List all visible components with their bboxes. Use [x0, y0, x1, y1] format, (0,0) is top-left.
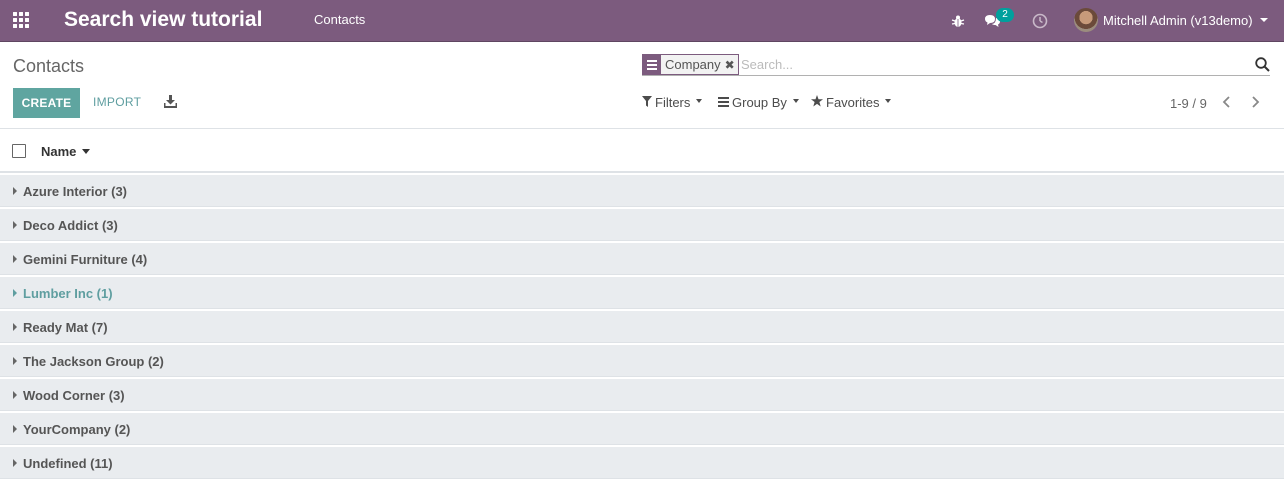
group-row[interactable]: Wood Corner (3) [0, 379, 1284, 411]
user-name: Mitchell Admin (v13demo) [1103, 12, 1253, 28]
favorites-dropdown[interactable]: Favorites [811, 95, 892, 110]
user-menu-caret-icon [1259, 18, 1268, 22]
import-button[interactable]: IMPORT [93, 95, 141, 109]
search-facet-groupby: Company ✖ [642, 54, 739, 75]
group-label: The Jackson Group (2) [23, 354, 164, 369]
facet-value: Company [665, 57, 721, 72]
pager-next-icon[interactable] [1248, 95, 1262, 109]
group-row[interactable]: Azure Interior (3) [0, 175, 1284, 207]
pager-value[interactable]: 1-9 / 9 [1170, 96, 1207, 111]
search-bar: Company ✖ [642, 54, 1270, 76]
filters-label: Filters [655, 95, 691, 110]
search-icon[interactable] [1255, 57, 1270, 72]
caret-right-icon [13, 391, 17, 399]
caret-right-icon [13, 255, 17, 263]
list-header: Name [0, 130, 1284, 173]
search-input[interactable] [741, 54, 1241, 74]
group-row[interactable]: YourCompany (2) [0, 413, 1284, 445]
caret-right-icon [13, 323, 17, 331]
download-icon[interactable] [164, 95, 177, 108]
group-row[interactable]: Undefined (11) [0, 447, 1284, 479]
breadcrumb: Contacts [13, 56, 85, 76]
group-label: Wood Corner (3) [23, 388, 125, 403]
group-list: Azure Interior (3) Deco Addict (3) Gemin… [0, 175, 1284, 481]
apps-grid-icon[interactable] [13, 12, 31, 28]
caret-right-icon [13, 459, 17, 467]
group-row[interactable]: Deco Addict (3) [0, 209, 1284, 241]
group-label: YourCompany (2) [23, 422, 131, 437]
top-navbar: Search view tutorial Contacts 2 Mitchell… [0, 0, 1284, 42]
filters-caret-icon [696, 98, 703, 103]
list-bars-icon [718, 95, 729, 110]
messages-count-badge: 2 [996, 8, 1014, 22]
user-menu[interactable]: Mitchell Admin (v13demo) [1074, 6, 1268, 34]
pager-previous-icon[interactable] [1220, 95, 1234, 109]
column-header-label: Name [41, 144, 77, 159]
caret-right-icon [13, 187, 17, 195]
column-header-name[interactable]: Name [41, 144, 91, 159]
group-row[interactable]: Lumber Inc (1) [0, 277, 1284, 309]
groupby-dropdown[interactable]: Group By [718, 95, 799, 110]
debug-bug-icon[interactable] [951, 0, 965, 42]
activity-clock-icon[interactable] [1032, 0, 1048, 42]
groupby-facet-icon [643, 55, 661, 74]
select-all-checkbox[interactable] [12, 144, 26, 158]
menu-item-contacts[interactable]: Contacts [314, 13, 365, 27]
control-panel: Contacts Company ✖ CREATE IMPORT Filters [0, 43, 1284, 129]
group-row[interactable]: Gemini Furniture (4) [0, 243, 1284, 275]
create-button[interactable]: CREATE [13, 88, 80, 118]
group-label: Lumber Inc (1) [23, 286, 113, 301]
favorites-caret-icon [885, 98, 892, 103]
facet-remove-icon[interactable]: ✖ [725, 58, 738, 72]
favorites-label: Favorites [826, 95, 880, 110]
caret-right-icon [13, 357, 17, 365]
caret-right-icon [13, 221, 17, 229]
caret-right-icon [13, 289, 17, 297]
group-label: Deco Addict (3) [23, 218, 118, 233]
group-label: Ready Mat (7) [23, 320, 108, 335]
star-icon [811, 95, 823, 110]
group-row[interactable]: The Jackson Group (2) [0, 345, 1284, 377]
sort-caret-icon [82, 149, 91, 154]
groupby-caret-icon [792, 98, 799, 103]
group-label: Gemini Furniture (4) [23, 252, 148, 267]
groupby-label: Group By [732, 95, 787, 110]
caret-right-icon [13, 425, 17, 433]
group-label: Undefined (11) [23, 456, 113, 471]
group-label: Azure Interior (3) [23, 184, 128, 199]
group-row[interactable]: Ready Mat (7) [0, 311, 1284, 343]
filters-dropdown[interactable]: Filters [642, 95, 703, 110]
funnel-icon [642, 95, 652, 110]
app-title[interactable]: Search view tutorial [64, 7, 262, 33]
user-avatar [1074, 8, 1098, 32]
